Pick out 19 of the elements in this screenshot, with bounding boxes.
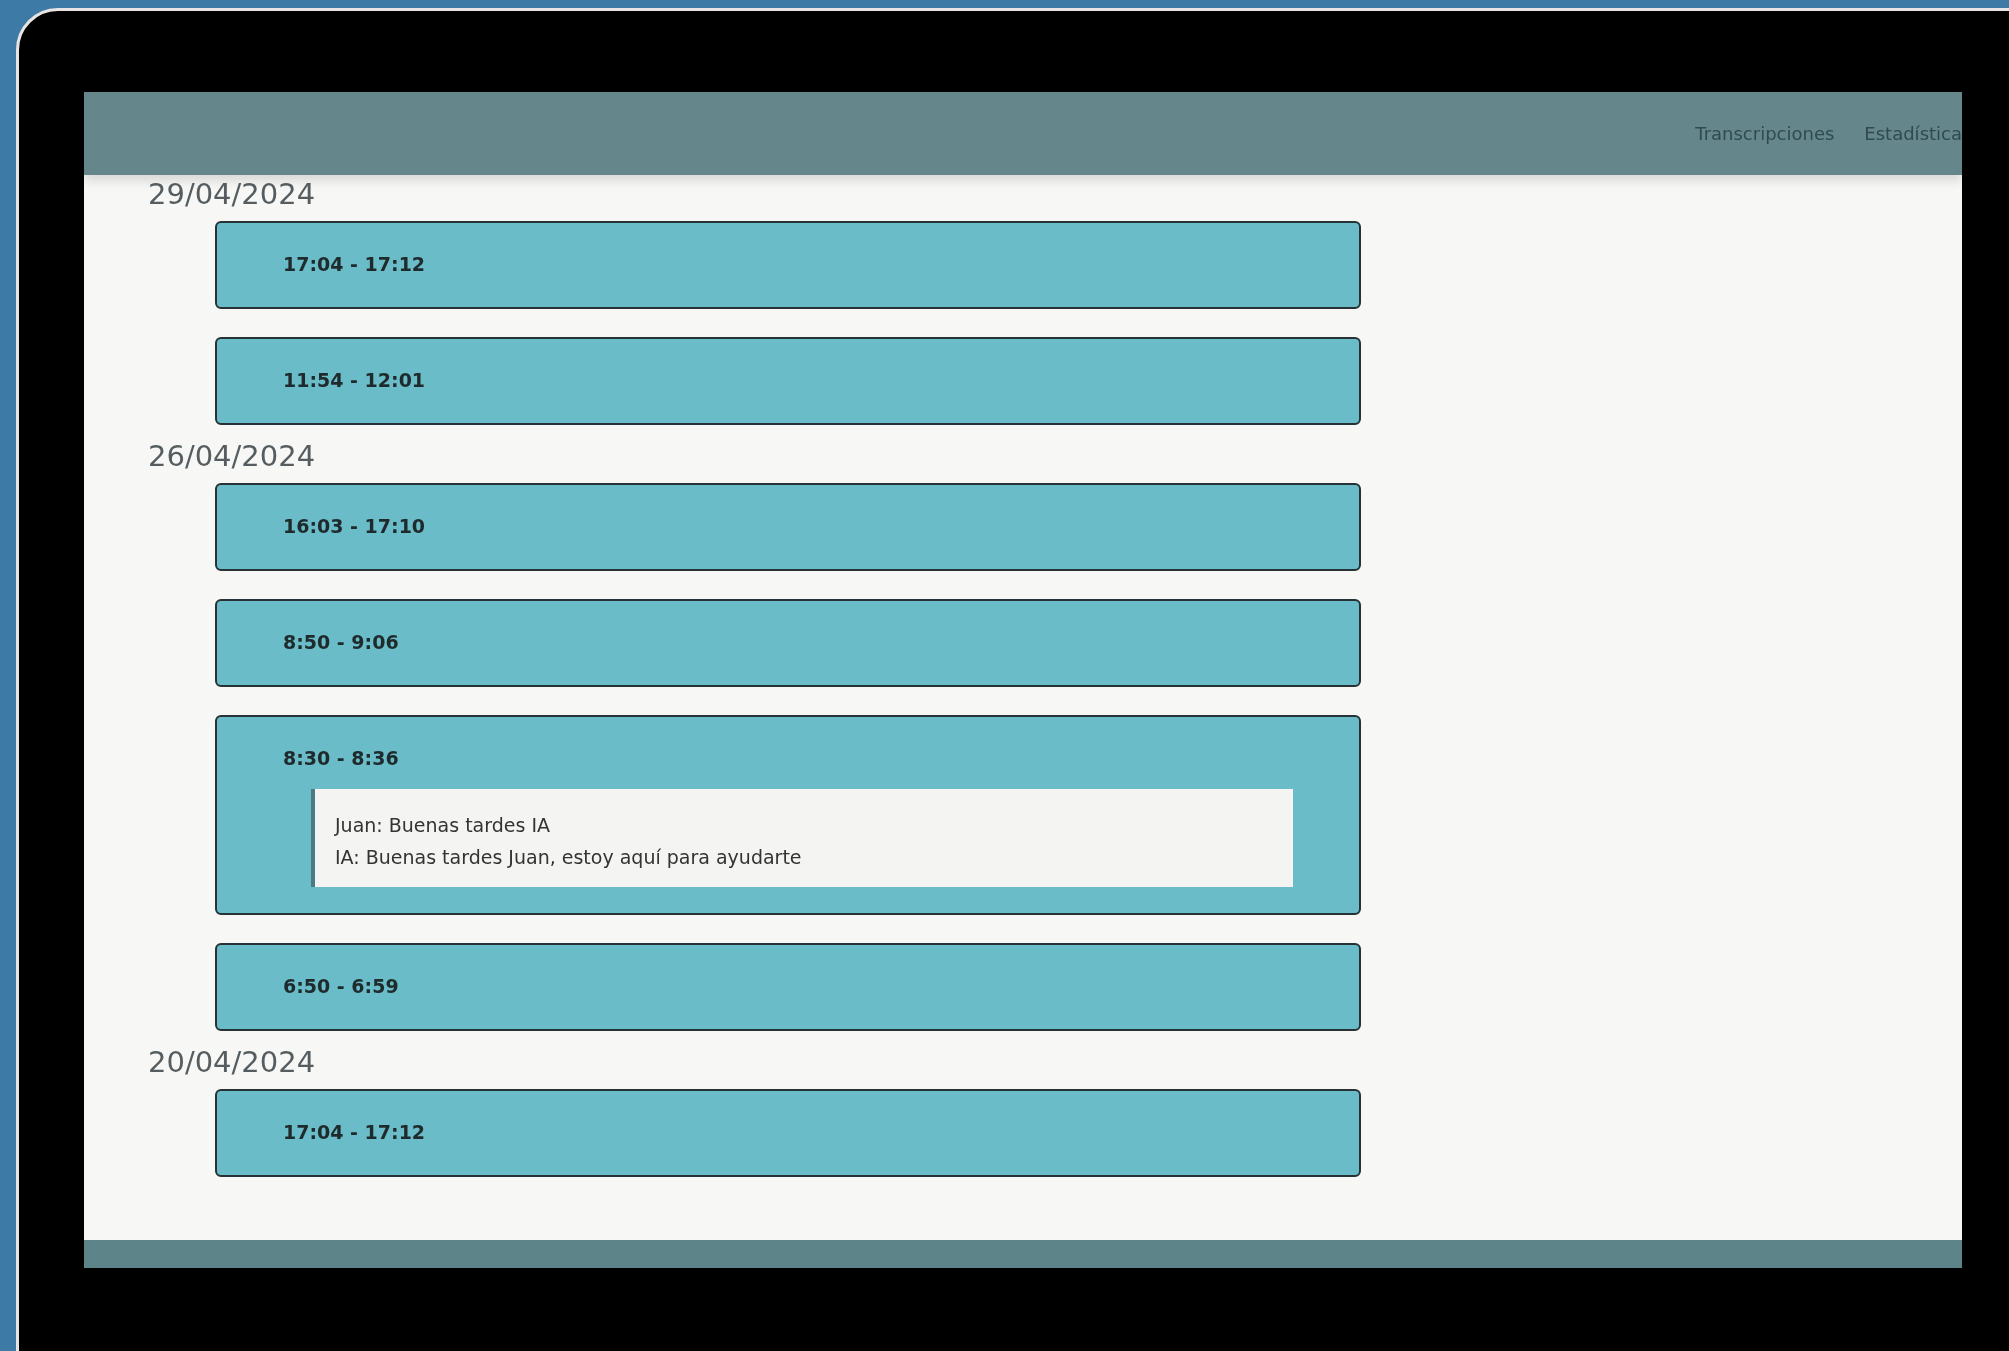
date-heading: 20/04/2024 — [148, 1045, 317, 1079]
date-heading: 29/04/2024 — [148, 177, 317, 211]
transcript-message: Juan: Buenas tardes IA — [335, 813, 552, 838]
transcript-message: IA: Buenas tardes Juan, estoy aquí para ayudarte — [335, 845, 803, 870]
date-heading: 26/04/2024 — [148, 439, 317, 473]
session-time: 17:04 - 17:12 — [283, 1121, 426, 1143]
session-card[interactable]: 6:50 - 6:59 — [215, 943, 1361, 1031]
session-card[interactable]: 11:54 - 12:01 — [215, 337, 1361, 425]
session-card[interactable]: 16:03 - 17:10 — [215, 483, 1361, 571]
session-time: 11:54 - 12:01 — [283, 369, 426, 391]
session-card[interactable]: 8:30 - 8:36 Juan: Buenas tardes IA IA: Buenas tardes Juan, estoy aquí para ayudarte — [215, 715, 1361, 915]
session-time: 6:50 - 6:59 — [283, 975, 399, 997]
session-time: 8:50 - 9:06 — [283, 631, 399, 653]
session-time: 17:04 - 17:12 — [283, 253, 426, 275]
session-time: 16:03 - 17:10 — [283, 515, 426, 537]
session-card[interactable]: 17:04 - 17:12 — [215, 1089, 1361, 1177]
session-time: 8:30 - 8:36 — [283, 747, 399, 769]
session-card[interactable]: 8:50 - 9:06 — [215, 599, 1361, 687]
session-card[interactable]: 17:04 - 17:12 — [215, 221, 1361, 309]
